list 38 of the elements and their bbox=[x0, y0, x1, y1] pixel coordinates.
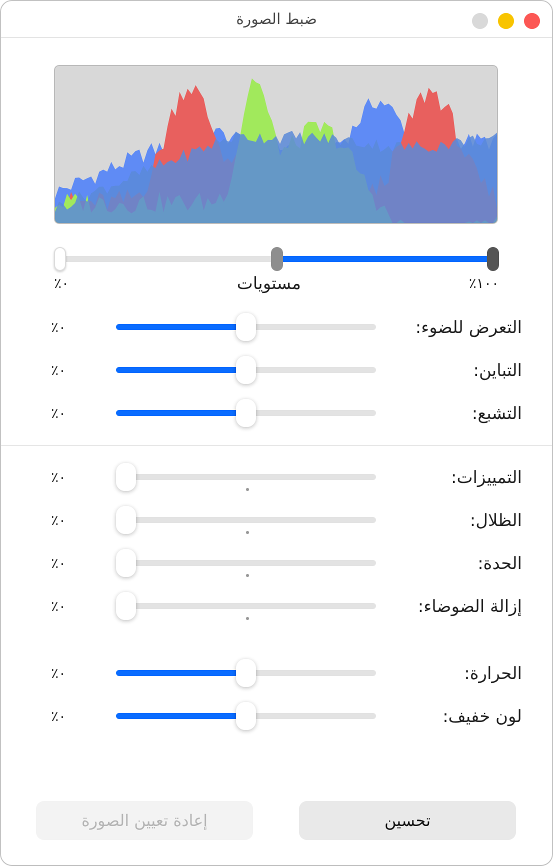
min-value: ٪٠ bbox=[54, 276, 70, 292]
window-title: ضبط الصورة bbox=[236, 10, 317, 28]
adjustment-slider[interactable] bbox=[116, 356, 376, 386]
action-button[interactable]: تحسين bbox=[299, 801, 516, 840]
slider-label: الحرارة: bbox=[463, 664, 522, 684]
slider-value: ٪٠ bbox=[51, 512, 68, 528]
slider-label: التباين: bbox=[472, 360, 522, 380]
slider-label: لون خفيف: bbox=[442, 706, 522, 726]
slider-value: ٪٠ bbox=[51, 406, 68, 422]
slider-thumb[interactable] bbox=[487, 247, 499, 271]
slider-label: التعرض للضوء: bbox=[414, 318, 522, 338]
slider-label: التمييزات: bbox=[450, 468, 522, 488]
slider-value: ٪٠ bbox=[51, 556, 68, 572]
adjustment-slider[interactable] bbox=[116, 548, 376, 578]
slider-label: إزالة الضوضاء: bbox=[416, 596, 522, 616]
adjustment-slider[interactable] bbox=[116, 398, 376, 428]
max-value: ٪١٠٠ bbox=[468, 276, 499, 292]
slider-value: ٪٠ bbox=[51, 362, 68, 378]
adjustment-slider[interactable] bbox=[116, 658, 376, 688]
minimize-button[interactable] bbox=[498, 13, 514, 29]
slider-value: ٪٠ bbox=[51, 708, 68, 724]
slider-label: التشبع: bbox=[470, 404, 522, 424]
slider-value: ٪٠ bbox=[51, 320, 68, 336]
adjustment-slider[interactable] bbox=[116, 312, 376, 342]
levels-label: مستويات bbox=[236, 274, 302, 294]
adjustment-slider[interactable] bbox=[116, 702, 376, 732]
slider-thumb[interactable] bbox=[270, 247, 282, 271]
slider-label: الظلال: bbox=[468, 510, 522, 530]
adjustment-slider[interactable] bbox=[116, 506, 376, 536]
levels-slider[interactable] bbox=[54, 246, 499, 272]
adjustment-slider[interactable] bbox=[116, 592, 376, 622]
slider-value: ٪٠ bbox=[51, 470, 68, 486]
slider-value: ٪٠ bbox=[51, 666, 68, 682]
slider-thumb[interactable] bbox=[54, 247, 66, 271]
close-button[interactable] bbox=[524, 13, 540, 29]
slider-label: الحدة: bbox=[476, 554, 522, 574]
slider-value: ٪٠ bbox=[51, 598, 68, 614]
adjustment-slider[interactable] bbox=[116, 462, 376, 492]
